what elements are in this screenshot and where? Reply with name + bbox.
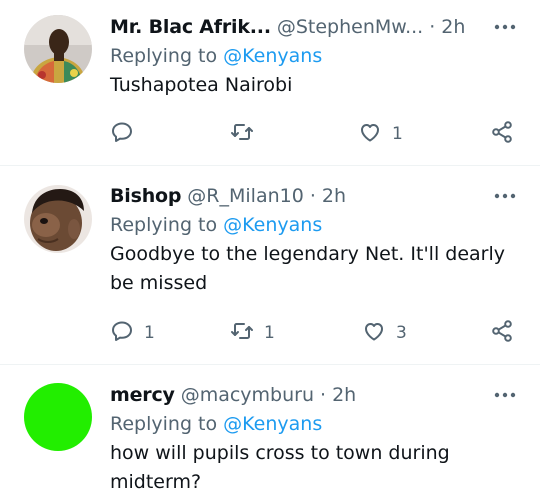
more-icon[interactable]: [492, 182, 518, 210]
share-icon: [490, 120, 514, 149]
tweet[interactable]: Bishop @R_Milan10 · 2h Replying to @Keny…: [0, 166, 540, 365]
replying-to: Replying to @Kenyans: [110, 210, 522, 240]
display-name[interactable]: mercy: [110, 384, 175, 406]
reply-button[interactable]: 1: [110, 318, 155, 348]
like-button[interactable]: 1: [358, 119, 403, 149]
avatar[interactable]: [24, 383, 92, 451]
mention-link[interactable]: @Kenyans: [223, 413, 322, 435]
more-icon[interactable]: [492, 13, 518, 41]
mention-link[interactable]: @Kenyans: [223, 45, 322, 67]
replying-to: Replying to @Kenyans: [110, 41, 522, 71]
retweet-button[interactable]: 1: [230, 318, 275, 348]
user-handle[interactable]: @R_Milan10: [187, 185, 304, 207]
timestamp[interactable]: 2h: [441, 16, 465, 38]
reply-count: 1: [144, 323, 155, 343]
share-button[interactable]: [490, 119, 514, 149]
tweet[interactable]: mercy @macymburu · 2h Replying to @Kenya…: [0, 365, 540, 498]
like-count: 1: [392, 124, 403, 144]
user-handle[interactable]: @macymburu: [181, 384, 314, 406]
reply-icon: [110, 319, 134, 348]
separator-dot: ·: [320, 384, 327, 406]
timestamp[interactable]: 2h: [322, 185, 346, 207]
action-bar: 1: [110, 119, 520, 149]
user-handle[interactable]: @StephenMw...: [277, 16, 423, 38]
retweet-button[interactable]: [230, 119, 264, 149]
more-icon[interactable]: [492, 381, 518, 409]
tweet-header: Mr. Blac Afrik... @StephenMw... · 2h: [110, 13, 522, 41]
timestamp[interactable]: 2h: [332, 384, 356, 406]
retweet-icon: [230, 319, 254, 348]
avatar[interactable]: [24, 185, 92, 253]
reply-button[interactable]: [110, 119, 144, 149]
replying-label: Replying to: [110, 413, 218, 435]
mention-link[interactable]: @Kenyans: [223, 214, 322, 236]
tweet-header: mercy @macymburu · 2h: [110, 381, 522, 409]
separator-dot: ·: [309, 185, 316, 207]
display-name[interactable]: Mr. Blac Afrik...: [110, 16, 271, 38]
retweet-icon: [230, 120, 254, 149]
tweet-text: Tushapotea Nairobi: [110, 74, 293, 96]
action-bar: 1 1 3: [110, 318, 520, 348]
reply-icon: [110, 120, 134, 149]
replying-label: Replying to: [110, 45, 218, 67]
like-count: 3: [396, 323, 407, 343]
like-icon: [362, 319, 386, 348]
replying-to: Replying to @Kenyans: [110, 409, 522, 439]
replying-label: Replying to: [110, 214, 218, 236]
display-name[interactable]: Bishop: [110, 185, 181, 207]
tweet-header: Bishop @R_Milan10 · 2h: [110, 182, 522, 210]
separator-dot: ·: [429, 16, 436, 38]
like-icon: [358, 120, 382, 149]
tweet-text: Goodbye to the legendary Net. It'll dear…: [110, 243, 505, 294]
tweet-text: how will pupils cross to town during mid…: [110, 442, 450, 493]
tweet[interactable]: Mr. Blac Afrik... @StephenMw... · 2h Rep…: [0, 0, 540, 166]
share-icon: [490, 319, 514, 348]
like-button[interactable]: 3: [362, 318, 407, 348]
avatar[interactable]: [24, 15, 92, 83]
share-button[interactable]: [490, 318, 514, 348]
retweet-count: 1: [264, 323, 275, 343]
